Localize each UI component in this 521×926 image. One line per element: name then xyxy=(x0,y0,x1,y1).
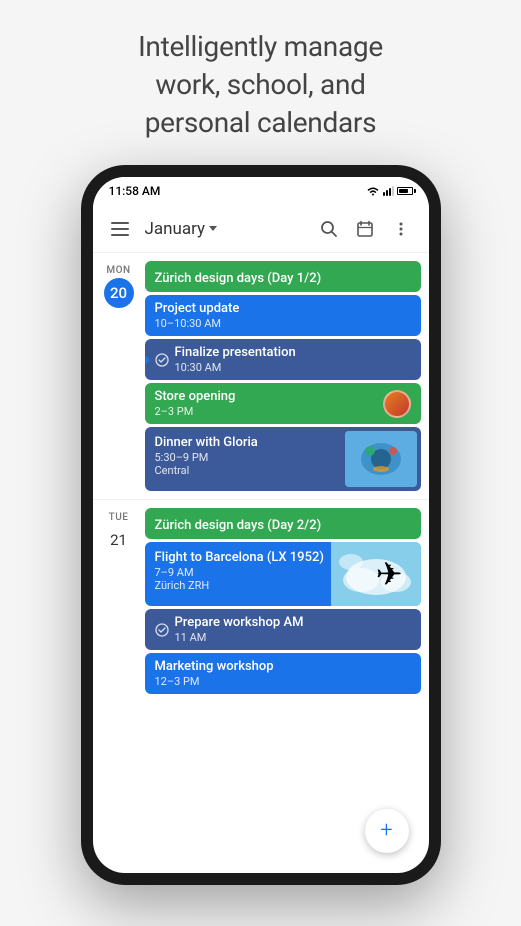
fab-plus-icon: + xyxy=(380,820,392,842)
flight-event[interactable]: Flight to Barcelona (LX 1952) 7–9 AM Zür… xyxy=(145,542,421,606)
project-update-event[interactable]: Project update 10–10:30 AM xyxy=(145,295,421,336)
food-illustration xyxy=(345,431,417,487)
toolbar-action-icons xyxy=(313,213,417,245)
signal-icon xyxy=(383,186,394,196)
calendar-view-button[interactable] xyxy=(349,213,381,245)
marketing-time: 12–3 PM xyxy=(155,675,411,688)
day-events-21: Zürich design days (Day 2/2) xyxy=(145,508,421,694)
prepare-workshop-title: Prepare workshop AM xyxy=(175,615,304,630)
day-label-21: TUE 21 xyxy=(101,508,137,694)
phone-screen: 11:58 AM xyxy=(93,177,429,873)
month-label: January xyxy=(145,219,206,239)
battery-icon xyxy=(397,187,413,195)
zurich-day1-title: Zürich design days (Day 1/2) xyxy=(155,271,322,286)
status-time: 11:58 AM xyxy=(109,184,161,198)
status-icons xyxy=(366,186,413,197)
flight-title: Flight to Barcelona (LX 1952) xyxy=(155,550,411,565)
phone-mockup: 11:58 AM xyxy=(81,165,441,885)
time-indicator xyxy=(145,356,149,364)
month-selector[interactable]: January xyxy=(145,219,305,239)
more-options-button[interactable] xyxy=(385,213,417,245)
day-name-mon: MON xyxy=(106,265,130,276)
store-opening-time: 2–3 PM xyxy=(155,405,236,418)
prepare-workshop-time: 11 AM xyxy=(175,631,304,644)
menu-button[interactable] xyxy=(105,213,137,245)
dinner-image xyxy=(345,431,417,487)
marketing-title: Marketing workshop xyxy=(155,659,411,674)
chevron-down-icon xyxy=(209,226,217,231)
hamburger-icon xyxy=(111,228,129,230)
project-update-title: Project update xyxy=(155,301,411,316)
store-avatar xyxy=(383,390,411,418)
hamburger-icon xyxy=(111,222,129,224)
prepare-workshop-task[interactable]: Prepare workshop AM 11 AM xyxy=(145,609,421,650)
finalize-task-event[interactable]: Finalize presentation 10:30 AM xyxy=(145,339,421,380)
store-opening-title: Store opening xyxy=(155,389,236,404)
prepare-check-icon xyxy=(155,623,169,637)
status-bar: 11:58 AM xyxy=(93,177,429,205)
day-number-21: 21 xyxy=(104,525,134,555)
day-section-mon: MON 20 Zürich design days (Day 1/2) Proj… xyxy=(93,257,429,495)
store-opening-event[interactable]: Store opening 2–3 PM xyxy=(145,383,421,424)
task-check-icon xyxy=(155,353,169,367)
finalize-title: Finalize presentation xyxy=(175,345,296,360)
flight-location: Zürich ZRH xyxy=(155,579,411,592)
day-events-20: Zürich design days (Day 1/2) Project upd… xyxy=(145,261,421,491)
zurich-day2-title: Zürich design days (Day 2/2) xyxy=(155,518,322,533)
hero-text: Intelligently manage work, school, and p… xyxy=(98,0,423,165)
project-update-time: 10–10:30 AM xyxy=(155,317,411,330)
zurich-day1-event[interactable]: Zürich design days (Day 1/2) xyxy=(145,261,421,292)
zurich-day2-event[interactable]: Zürich design days (Day 2/2) xyxy=(145,508,421,539)
hamburger-icon xyxy=(111,234,129,236)
day-number-20: 20 xyxy=(104,278,134,308)
day-section-tue: TUE 21 Zürich design days (Day 2/2) xyxy=(93,504,429,698)
search-button[interactable] xyxy=(313,213,345,245)
more-icon xyxy=(392,220,410,238)
dinner-event[interactable]: Dinner with Gloria 5:30–9 PM Central xyxy=(145,427,421,491)
calendar-icon xyxy=(356,220,374,238)
flight-time: 7–9 AM xyxy=(155,566,411,579)
marketing-event[interactable]: Marketing workshop 12–3 PM xyxy=(145,653,421,694)
day-label-20: MON 20 xyxy=(101,261,137,491)
day-name-tue: TUE xyxy=(109,512,129,523)
search-icon xyxy=(320,220,338,238)
day-divider xyxy=(93,499,429,500)
finalize-time: 10:30 AM xyxy=(175,361,296,374)
toolbar: January xyxy=(93,205,429,253)
fab-button[interactable]: + xyxy=(365,809,409,853)
calendar-content: MON 20 Zürich design days (Day 1/2) Proj… xyxy=(93,253,429,873)
wifi-icon xyxy=(366,186,380,197)
